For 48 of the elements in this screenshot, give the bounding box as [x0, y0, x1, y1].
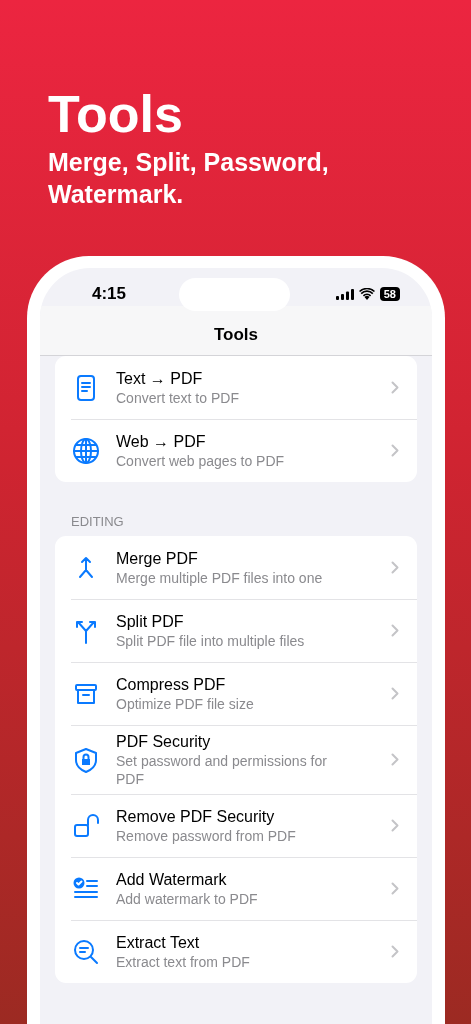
- tool-description: Split PDF file into multiple files: [116, 632, 306, 650]
- tool-description: Convert web pages to PDF: [116, 452, 286, 470]
- hero-subtitle: Merge, Split, Password, Watermark.: [48, 147, 330, 210]
- tool-row[interactable]: PDF Security Set password and permissions for PDF: [55, 725, 417, 794]
- tool-row[interactable]: Remove PDF Security Remove password from PDF: [55, 794, 417, 857]
- tool-description: Convert text to PDF: [116, 389, 240, 407]
- tool-title: Add Watermark: [116, 870, 228, 890]
- battery-level: 58: [379, 287, 400, 301]
- signal-icon: [335, 288, 354, 300]
- tool-description: Optimize PDF file size: [116, 695, 255, 713]
- hero-title: Tools: [48, 84, 184, 144]
- tool-title: PDF Security: [116, 732, 212, 752]
- tool-description: Merge multiple PDF files into one: [116, 569, 324, 587]
- chevron-icon: [391, 753, 399, 766]
- chevron-icon: [391, 945, 399, 958]
- magnifier-text-icon: [72, 937, 100, 966]
- tool-title: Extract Text: [116, 933, 201, 953]
- chevron-icon: [391, 624, 399, 637]
- tool-title: Compress PDF: [116, 675, 227, 695]
- tool-title: Merge PDF: [116, 549, 199, 569]
- chevron-icon: [391, 882, 399, 895]
- chevron-icon: [391, 561, 399, 574]
- unlocked-padlock-icon: [72, 811, 100, 840]
- tool-row[interactable]: Extract Text Extract text from PDF: [55, 920, 417, 983]
- section-header: EDITING: [70, 513, 125, 531]
- tool-description: Add watermark to PDF: [116, 890, 259, 908]
- tool-row[interactable]: Compress PDF Optimize PDF file size: [55, 662, 417, 725]
- chevron-icon: [391, 381, 399, 394]
- tool-title: Split PDF: [116, 612, 185, 632]
- shield-lock-icon: [72, 745, 100, 774]
- tool-description: Set password and permissions for PDF: [116, 752, 328, 788]
- nav-title: Tools: [213, 324, 259, 345]
- tool-row[interactable]: Web → PDF Convert web pages to PDF: [55, 419, 417, 482]
- tool-title: Web → PDF: [116, 432, 207, 452]
- tool-description: Extract text from PDF: [116, 953, 251, 971]
- tool-row[interactable]: Merge PDF Merge multiple PDF files into one: [55, 536, 417, 599]
- tool-row[interactable]: Split PDF Split PDF file into multiple files: [55, 599, 417, 662]
- tool-description: Remove password from PDF: [116, 827, 297, 845]
- chevron-icon: [391, 687, 399, 700]
- tool-title: Text → PDF: [116, 369, 204, 389]
- tool-title: Remove PDF Security: [116, 807, 276, 827]
- globe-icon: [72, 436, 100, 465]
- tool-row[interactable]: Add Watermark Add watermark to PDF: [55, 857, 417, 920]
- wifi-icon: [358, 288, 375, 300]
- tool-row[interactable]: Text → PDF Convert text to PDF: [55, 356, 417, 419]
- chevron-icon: [391, 819, 399, 832]
- chevron-icon: [391, 444, 399, 457]
- status-time: 4:15: [92, 284, 127, 304]
